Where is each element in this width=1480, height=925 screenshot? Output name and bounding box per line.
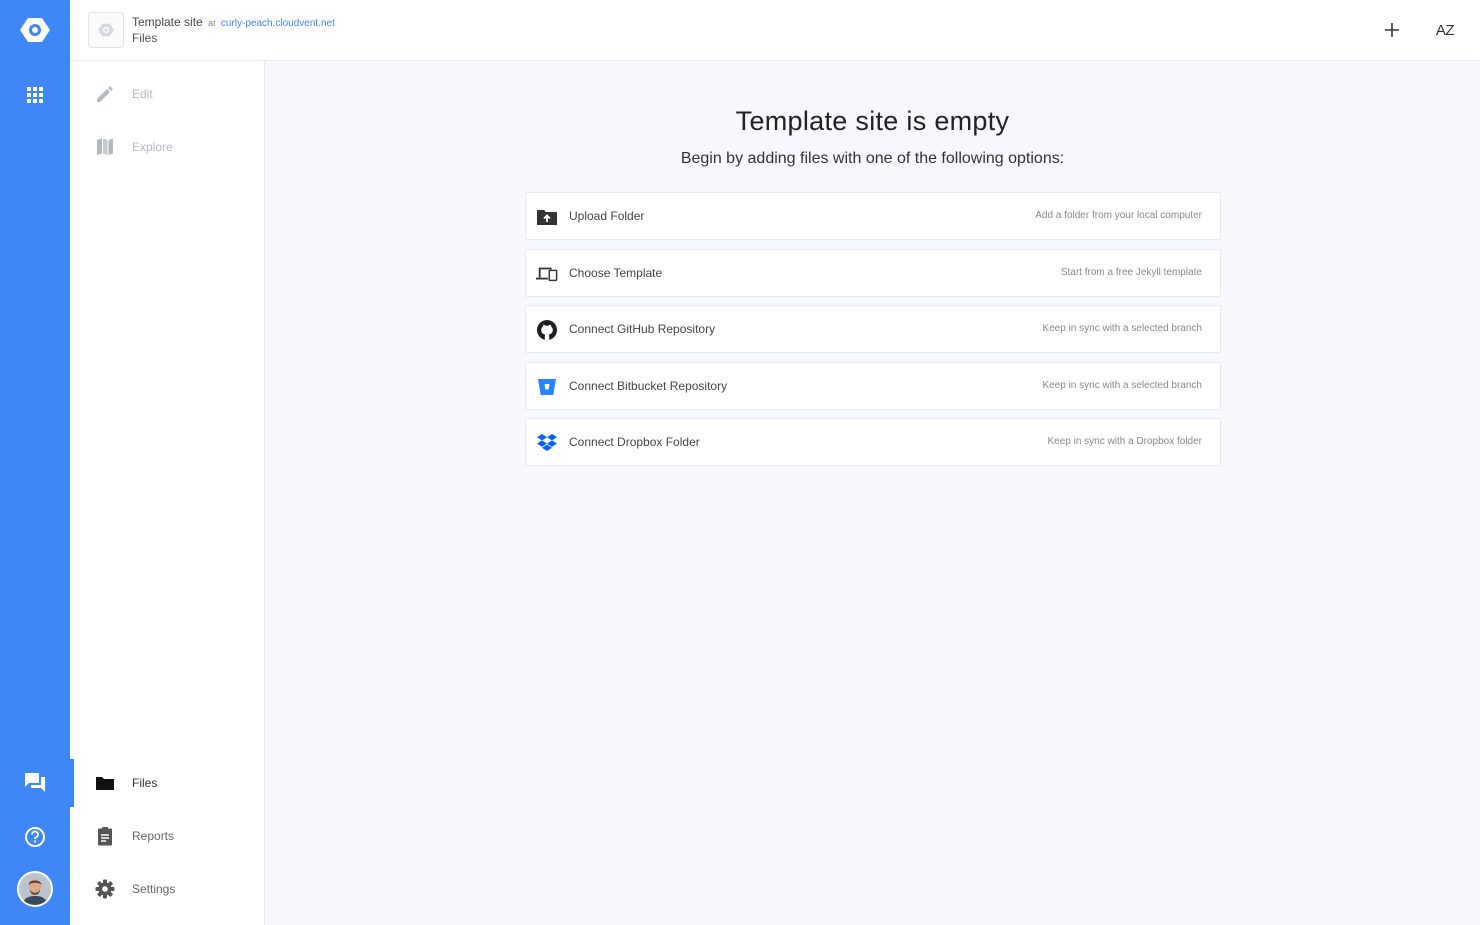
option-description: Start from a free Jekyll template bbox=[1060, 266, 1202, 278]
site-name: Template site bbox=[132, 15, 203, 29]
sidebar-item-reports[interactable]: Reports bbox=[70, 812, 265, 860]
folder-upload-icon bbox=[536, 206, 558, 228]
help-circle-icon[interactable] bbox=[0, 812, 70, 862]
main-content: Template site is empty Begin by adding f… bbox=[265, 61, 1480, 925]
pencil-icon bbox=[95, 84, 115, 104]
sidebar-item-label: Settings bbox=[132, 882, 176, 896]
top-bar: Template site at curly-peach.cloudvent.n… bbox=[70, 0, 1480, 61]
bitbucket-icon bbox=[536, 376, 558, 398]
grid-icon[interactable] bbox=[0, 70, 70, 120]
empty-state-subtitle: Begin by adding files with one of the fo… bbox=[680, 150, 1065, 167]
user-avatar[interactable] bbox=[17, 871, 53, 907]
sort-az-label: AZ bbox=[1435, 21, 1455, 39]
sidebar-item-files[interactable]: Files bbox=[70, 759, 265, 807]
gear-icon bbox=[95, 879, 115, 899]
empty-state-title: Template site is empty bbox=[735, 106, 1010, 136]
option-description: Add a folder from your local computer bbox=[1035, 210, 1202, 221]
option-description: Keep in sync with a selected branch bbox=[1042, 379, 1202, 391]
option-label: Connect Bitbucket Repository bbox=[569, 378, 728, 393]
connect-dropbox-option[interactable]: Connect Dropbox Folder Keep in sync with… bbox=[525, 418, 1221, 466]
upload-folder-option[interactable]: Upload Folder Add a folder from your loc… bbox=[525, 192, 1221, 240]
option-label: Connect Dropbox Folder bbox=[569, 435, 700, 449]
map-icon bbox=[95, 137, 115, 157]
site-title: Template site at curly-peach.cloudvent.n… bbox=[132, 15, 335, 29]
chat-icon[interactable] bbox=[0, 758, 70, 808]
sidebar-item-edit[interactable]: Edit bbox=[70, 70, 265, 118]
clipboard-icon bbox=[95, 826, 115, 846]
sidebar-item-label: Reports bbox=[132, 829, 175, 843]
github-icon bbox=[536, 319, 558, 341]
sidebar-item-label: Files bbox=[132, 776, 158, 790]
dropbox-icon bbox=[536, 432, 558, 454]
connect-bitbucket-option[interactable]: Connect Bitbucket Repository Keep in syn… bbox=[525, 361, 1221, 410]
sort-az-icon[interactable]: AZ bbox=[1430, 15, 1460, 45]
sidebar-item-label: Explore bbox=[132, 140, 173, 154]
connect-github-option[interactable]: Connect GitHub Repository Keep in sync w… bbox=[525, 305, 1221, 353]
option-list: Upload Folder Add a folder from your loc… bbox=[525, 192, 1221, 475]
option-label: Connect GitHub Repository bbox=[569, 322, 716, 336]
option-label: Upload Folder bbox=[569, 209, 645, 223]
site-at-label: at bbox=[208, 18, 216, 28]
sidebar-item-settings[interactable]: Settings bbox=[70, 865, 265, 913]
active-indicator bbox=[70, 759, 74, 807]
option-description: Keep in sync with a selected branch bbox=[1042, 323, 1202, 334]
site-domain-link[interactable]: curly-peach.cloudvent.net bbox=[221, 18, 335, 29]
sidebar: Edit Explore Files Reports Settings bbox=[70, 61, 265, 925]
sidebar-item-label: Edit bbox=[132, 87, 153, 101]
app-rail bbox=[0, 0, 70, 925]
plus-icon[interactable] bbox=[1377, 15, 1407, 45]
devices-icon bbox=[536, 263, 558, 285]
choose-template-option[interactable]: Choose Template Start from a free Jekyll… bbox=[525, 248, 1221, 297]
sidebar-item-explore[interactable]: Explore bbox=[70, 123, 265, 171]
breadcrumb-section: Files bbox=[132, 31, 158, 45]
option-description: Keep in sync with a Dropbox folder bbox=[1047, 436, 1202, 447]
folder-icon bbox=[95, 773, 115, 793]
cloudcannon-logo-icon[interactable] bbox=[0, 5, 70, 55]
option-label: Choose Template bbox=[569, 265, 663, 280]
site-thumbnail[interactable] bbox=[88, 12, 124, 48]
